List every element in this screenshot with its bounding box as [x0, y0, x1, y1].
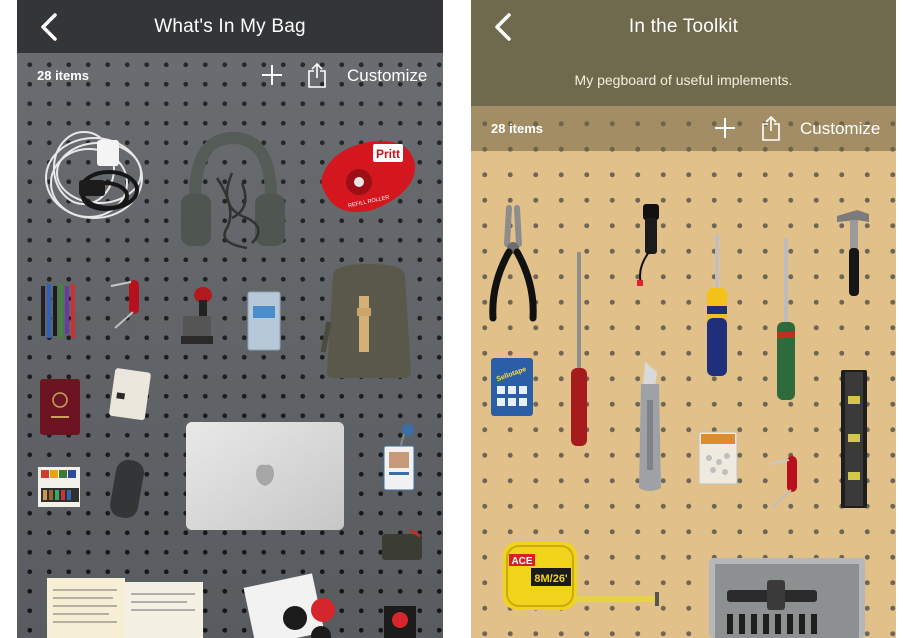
- red-swiss-knife-item[interactable]: [767, 452, 805, 512]
- share-button[interactable]: [761, 115, 781, 141]
- chevron-left-icon: [495, 13, 511, 41]
- mouse-item[interactable]: [107, 458, 147, 520]
- utility-knife-item[interactable]: [633, 360, 665, 494]
- pritt-brand-label: Pritt: [376, 147, 400, 161]
- pouch-item[interactable]: [380, 526, 424, 562]
- wallet-item[interactable]: [107, 368, 151, 421]
- pens-item[interactable]: [39, 282, 79, 340]
- back-button[interactable]: [37, 12, 61, 42]
- customize-button[interactable]: Customize: [800, 119, 880, 139]
- screws-pack-item[interactable]: [697, 430, 739, 486]
- spirit-level-item[interactable]: [839, 368, 869, 510]
- ace-brand-label: ACE: [511, 556, 532, 567]
- stickers-item[interactable]: [243, 573, 347, 638]
- pritt-refill-roller-item[interactable]: Pritt REFILL ROLLER: [317, 136, 419, 218]
- ace-tape-measure-item[interactable]: ACE 8M/26': [501, 538, 661, 614]
- chevron-left-icon: [41, 13, 57, 41]
- id-badge-item[interactable]: [382, 420, 418, 492]
- add-button[interactable]: [714, 117, 736, 139]
- item-count: 28 items: [37, 68, 90, 83]
- long-screwdriver-item[interactable]: [567, 250, 591, 448]
- notebook-item[interactable]: [47, 574, 203, 638]
- share-icon: [308, 62, 326, 88]
- laptop-item[interactable]: [185, 421, 345, 531]
- yellow-screwdriver-item[interactable]: [703, 232, 731, 380]
- swiss-knife-item[interactable]: [109, 276, 147, 332]
- tape-size-label: 8M/26': [534, 573, 568, 585]
- stamp-item[interactable]: [177, 286, 217, 348]
- share-button[interactable]: [307, 62, 327, 88]
- plus-icon: [262, 65, 282, 85]
- board-toolbar: 28 items Customize: [471, 106, 896, 151]
- page-title: What's In My Bag: [154, 15, 306, 37]
- backpack-item[interactable]: [319, 262, 419, 380]
- back-button[interactable]: [491, 12, 515, 42]
- item-count: 28 items: [491, 121, 544, 136]
- bag-screen: Pritt REFILL ROLLER What's In My Bag 28 …: [17, 0, 443, 638]
- flashlight-item[interactable]: [631, 202, 665, 290]
- headphones-item[interactable]: [177, 128, 289, 253]
- share-icon: [762, 115, 780, 141]
- nav-bar: What's In My Bag: [17, 0, 443, 53]
- card-holder-item[interactable]: [245, 290, 283, 352]
- bit-set-case-item[interactable]: [707, 556, 867, 638]
- nav-bar: In the Toolkit: [471, 0, 896, 53]
- green-screwdriver-item[interactable]: [773, 236, 799, 404]
- pliers-item[interactable]: [487, 204, 539, 322]
- board-description: My pegboard of useful implements.: [471, 53, 896, 106]
- passport-item[interactable]: [39, 378, 81, 436]
- add-button[interactable]: [261, 64, 283, 86]
- toolkit-screen: Sellotape ACE 8M/26' In the Toolkit My p…: [471, 0, 896, 638]
- sellotape-item[interactable]: Sellotape: [489, 356, 535, 418]
- plus-icon: [715, 118, 735, 138]
- hammer-item[interactable]: [833, 206, 873, 298]
- card-deck-item[interactable]: [382, 604, 418, 638]
- paint-set-item[interactable]: [37, 466, 81, 508]
- cables-item[interactable]: [39, 128, 154, 228]
- page-title: In the Toolkit: [628, 15, 739, 37]
- customize-button[interactable]: Customize: [347, 66, 427, 86]
- board-toolbar: 28 items Customize: [17, 53, 443, 98]
